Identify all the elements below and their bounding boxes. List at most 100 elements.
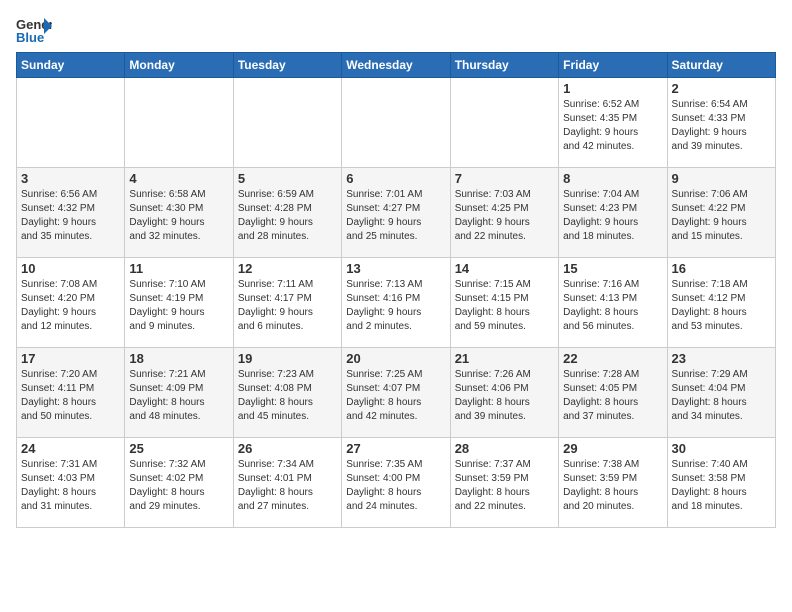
day-info: Sunrise: 7:20 AM Sunset: 4:11 PM Dayligh…: [21, 368, 120, 424]
day-info: Sunrise: 7:13 AM Sunset: 4:16 PM Dayligh…: [346, 278, 445, 334]
day-info: Sunrise: 7:37 AM Sunset: 3:59 PM Dayligh…: [455, 458, 554, 514]
day-info: Sunrise: 7:35 AM Sunset: 4:00 PM Dayligh…: [346, 458, 445, 514]
day-info: Sunrise: 6:56 AM Sunset: 4:32 PM Dayligh…: [21, 188, 120, 244]
week-row-3: 17 Sunrise: 7:20 AM Sunset: 4:11 PM Dayli…: [17, 348, 776, 438]
day-number: 15: [563, 261, 662, 276]
day-info: Sunrise: 6:52 AM Sunset: 4:35 PM Dayligh…: [563, 98, 662, 154]
day-info: Sunrise: 7:15 AM Sunset: 4:15 PM Dayligh…: [455, 278, 554, 334]
weekday-header-row: SundayMondayTuesdayWednesdayThursdayFrid…: [17, 53, 776, 78]
day-info: Sunrise: 6:54 AM Sunset: 4:33 PM Dayligh…: [672, 98, 771, 154]
week-row-4: 24 Sunrise: 7:31 AM Sunset: 4:03 PM Dayli…: [17, 438, 776, 528]
calendar-table: SundayMondayTuesdayWednesdayThursdayFrid…: [16, 52, 776, 528]
day-number: 23: [672, 351, 771, 366]
day-cell: 25 Sunrise: 7:32 AM Sunset: 4:02 PM Dayli…: [125, 438, 233, 528]
logo-icon: General Blue: [16, 16, 52, 44]
logo: General Blue: [16, 16, 52, 44]
day-info: Sunrise: 7:16 AM Sunset: 4:13 PM Dayligh…: [563, 278, 662, 334]
day-cell: 14Sunrise: 7:15 AM Sunset: 4:15 PM Dayli…: [450, 258, 558, 348]
day-number: 12: [238, 261, 337, 276]
day-cell: [233, 78, 341, 168]
day-info: Sunrise: 7:03 AM Sunset: 4:25 PM Dayligh…: [455, 188, 554, 244]
day-number: 21: [455, 351, 554, 366]
day-cell: 6 Sunrise: 7:01 AM Sunset: 4:27 PM Daylig…: [342, 168, 450, 258]
day-number: 6: [346, 171, 445, 186]
day-cell: 22 Sunrise: 7:28 AM Sunset: 4:05 PM Dayli…: [559, 348, 667, 438]
day-cell: 27 Sunrise: 7:35 AM Sunset: 4:00 PM Dayli…: [342, 438, 450, 528]
day-info: Sunrise: 6:58 AM Sunset: 4:30 PM Dayligh…: [129, 188, 228, 244]
weekday-tuesday: Tuesday: [233, 53, 341, 78]
day-info: Sunrise: 7:04 AM Sunset: 4:23 PM Dayligh…: [563, 188, 662, 244]
day-number: 8: [563, 171, 662, 186]
day-cell: 16Sunrise: 7:18 AM Sunset: 4:12 PM Dayli…: [667, 258, 775, 348]
day-cell: 3Sunrise: 6:56 AM Sunset: 4:32 PM Daylig…: [17, 168, 125, 258]
day-cell: 12 Sunrise: 7:11 AM Sunset: 4:17 PM Dayli…: [233, 258, 341, 348]
day-cell: 24 Sunrise: 7:31 AM Sunset: 4:03 PM Dayli…: [17, 438, 125, 528]
day-cell: 5 Sunrise: 6:59 AM Sunset: 4:28 PM Daylig…: [233, 168, 341, 258]
day-cell: 29 Sunrise: 7:38 AM Sunset: 3:59 PM Dayli…: [559, 438, 667, 528]
day-cell: 18 Sunrise: 7:21 AM Sunset: 4:09 PM Dayli…: [125, 348, 233, 438]
day-number: 13: [346, 261, 445, 276]
day-info: Sunrise: 7:11 AM Sunset: 4:17 PM Dayligh…: [238, 278, 337, 334]
day-number: 10: [21, 261, 120, 276]
day-info: Sunrise: 7:10 AM Sunset: 4:19 PM Dayligh…: [129, 278, 228, 334]
day-cell: 4 Sunrise: 6:58 AM Sunset: 4:30 PM Daylig…: [125, 168, 233, 258]
day-cell: 30 Sunrise: 7:40 AM Sunset: 3:58 PM Dayli…: [667, 438, 775, 528]
weekday-monday: Monday: [125, 53, 233, 78]
day-number: 18: [129, 351, 228, 366]
day-cell: 2Sunrise: 6:54 AM Sunset: 4:33 PM Daylig…: [667, 78, 775, 168]
day-number: 9: [672, 171, 771, 186]
day-number: 22: [563, 351, 662, 366]
day-info: Sunrise: 7:18 AM Sunset: 4:12 PM Dayligh…: [672, 278, 771, 334]
day-info: Sunrise: 6:59 AM Sunset: 4:28 PM Dayligh…: [238, 188, 337, 244]
day-info: Sunrise: 7:06 AM Sunset: 4:22 PM Dayligh…: [672, 188, 771, 244]
day-cell: 9 Sunrise: 7:06 AM Sunset: 4:22 PM Daylig…: [667, 168, 775, 258]
day-number: 17: [21, 351, 120, 366]
day-info: Sunrise: 7:28 AM Sunset: 4:05 PM Dayligh…: [563, 368, 662, 424]
day-cell: [342, 78, 450, 168]
day-number: 1: [563, 81, 662, 96]
day-number: 29: [563, 441, 662, 456]
day-number: 4: [129, 171, 228, 186]
day-info: Sunrise: 7:23 AM Sunset: 4:08 PM Dayligh…: [238, 368, 337, 424]
day-number: 19: [238, 351, 337, 366]
day-number: 7: [455, 171, 554, 186]
day-info: Sunrise: 7:32 AM Sunset: 4:02 PM Dayligh…: [129, 458, 228, 514]
calendar-body: 1 Sunrise: 6:52 AM Sunset: 4:35 PM Daylig…: [17, 78, 776, 528]
weekday-sunday: Sunday: [17, 53, 125, 78]
day-cell: 7 Sunrise: 7:03 AM Sunset: 4:25 PM Daylig…: [450, 168, 558, 258]
day-number: 30: [672, 441, 771, 456]
weekday-saturday: Saturday: [667, 53, 775, 78]
day-cell: 21Sunrise: 7:26 AM Sunset: 4:06 PM Dayli…: [450, 348, 558, 438]
day-cell: [17, 78, 125, 168]
day-number: 28: [455, 441, 554, 456]
day-cell: 8 Sunrise: 7:04 AM Sunset: 4:23 PM Daylig…: [559, 168, 667, 258]
day-info: Sunrise: 7:08 AM Sunset: 4:20 PM Dayligh…: [21, 278, 120, 334]
day-number: 27: [346, 441, 445, 456]
day-cell: 15 Sunrise: 7:16 AM Sunset: 4:13 PM Dayli…: [559, 258, 667, 348]
day-cell: 11 Sunrise: 7:10 AM Sunset: 4:19 PM Dayli…: [125, 258, 233, 348]
svg-text:Blue: Blue: [16, 30, 44, 44]
day-info: Sunrise: 7:38 AM Sunset: 3:59 PM Dayligh…: [563, 458, 662, 514]
weekday-thursday: Thursday: [450, 53, 558, 78]
day-info: Sunrise: 7:25 AM Sunset: 4:07 PM Dayligh…: [346, 368, 445, 424]
day-cell: 26 Sunrise: 7:34 AM Sunset: 4:01 PM Dayli…: [233, 438, 341, 528]
page-header: General Blue: [16, 16, 776, 44]
day-cell: 1 Sunrise: 6:52 AM Sunset: 4:35 PM Daylig…: [559, 78, 667, 168]
day-number: 20: [346, 351, 445, 366]
day-number: 24: [21, 441, 120, 456]
day-info: Sunrise: 7:21 AM Sunset: 4:09 PM Dayligh…: [129, 368, 228, 424]
day-number: 11: [129, 261, 228, 276]
day-number: 25: [129, 441, 228, 456]
day-cell: 23Sunrise: 7:29 AM Sunset: 4:04 PM Dayli…: [667, 348, 775, 438]
day-number: 26: [238, 441, 337, 456]
day-cell: [450, 78, 558, 168]
day-info: Sunrise: 7:01 AM Sunset: 4:27 PM Dayligh…: [346, 188, 445, 244]
day-cell: 28 Sunrise: 7:37 AM Sunset: 3:59 PM Dayli…: [450, 438, 558, 528]
day-number: 5: [238, 171, 337, 186]
calendar-header: SundayMondayTuesdayWednesdayThursdayFrid…: [17, 53, 776, 78]
day-info: Sunrise: 7:31 AM Sunset: 4:03 PM Dayligh…: [21, 458, 120, 514]
day-cell: 13 Sunrise: 7:13 AM Sunset: 4:16 PM Dayli…: [342, 258, 450, 348]
day-info: Sunrise: 7:40 AM Sunset: 3:58 PM Dayligh…: [672, 458, 771, 514]
day-info: Sunrise: 7:34 AM Sunset: 4:01 PM Dayligh…: [238, 458, 337, 514]
day-cell: 10 Sunrise: 7:08 AM Sunset: 4:20 PM Dayli…: [17, 258, 125, 348]
